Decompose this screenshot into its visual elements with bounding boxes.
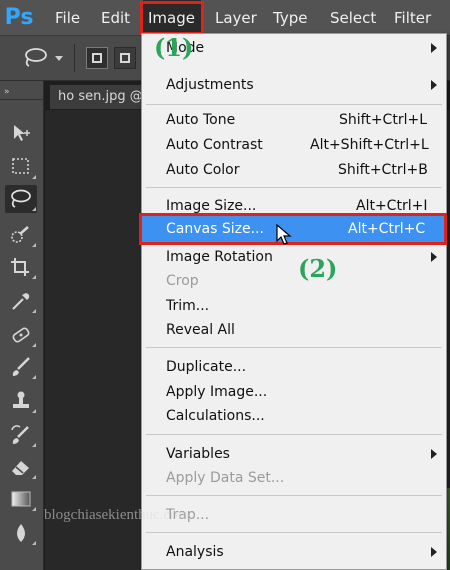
menu-type[interactable]: Type <box>273 0 307 36</box>
menu-item-reveal-all[interactable]: Reveal All <box>166 318 235 342</box>
menu-item-variables[interactable]: Variables <box>166 442 230 466</box>
menu-select[interactable]: Select <box>330 0 376 36</box>
menu-layer[interactable]: Layer <box>215 0 257 36</box>
lasso-icon[interactable] <box>22 46 50 68</box>
menu-filter[interactable]: Filter <box>394 0 431 36</box>
submenu-arrow-icon <box>431 43 437 53</box>
menu-separator <box>146 104 442 105</box>
tool-preset-dropdown[interactable] <box>55 56 63 61</box>
move-icon[interactable] <box>5 119 37 147</box>
menu-item-apply-data-set: Apply Data Set... <box>166 470 285 486</box>
menu-item-apply-image[interactable]: Apply Image... <box>166 380 267 404</box>
panel-divider <box>0 99 44 100</box>
new-selection-button[interactable] <box>86 47 108 69</box>
menu-item-duplicate[interactable]: Duplicate... <box>166 355 246 379</box>
image-menu-dropdown: Mode Adjustments Auto Tone Shift+Ctrl+L … <box>141 33 447 570</box>
step-1-label: (1) <box>154 33 194 62</box>
panel-grip[interactable]: » <box>4 87 11 97</box>
menu-item-analysis[interactable]: Analysis <box>166 540 224 564</box>
submenu-arrow-icon <box>431 449 437 459</box>
marquee-icon[interactable] <box>5 153 37 181</box>
lasso-tool-icon[interactable] <box>5 185 37 213</box>
quick-selection-icon[interactable] <box>5 221 37 249</box>
menu-separator <box>146 187 442 188</box>
submenu-arrow-icon <box>431 252 437 262</box>
document-tab[interactable]: ho sen.jpg @ <box>50 85 142 109</box>
menu-edit[interactable]: Edit <box>101 0 130 36</box>
menu-separator <box>146 532 442 533</box>
menu-item-adjustments[interactable]: Adjustments <box>166 73 254 97</box>
annotation-box-canvas-size <box>139 213 447 245</box>
cursor-icon <box>276 223 292 250</box>
menu-separator <box>146 495 442 496</box>
step-2-label: (2) <box>298 254 338 283</box>
menu-item-auto-contrast[interactable]: Auto Contrast <box>166 133 263 157</box>
menu-item-auto-tone[interactable]: Auto Tone <box>166 108 235 132</box>
annotation-box-image-menu <box>140 1 204 35</box>
brush-icon[interactable] <box>5 353 37 381</box>
add-to-selection-button[interactable] <box>114 47 136 69</box>
submenu-arrow-icon <box>431 547 437 557</box>
menu-item-trim[interactable]: Trim... <box>166 294 209 318</box>
submenu-arrow-icon <box>431 80 437 90</box>
healing-brush-icon[interactable] <box>5 321 37 349</box>
shortcut-auto-tone: Shift+Ctrl+L <box>339 112 427 128</box>
eyedropper-icon[interactable] <box>5 287 37 315</box>
blur-icon[interactable] <box>5 519 37 547</box>
menu-item-image-rotation[interactable]: Image Rotation <box>166 245 273 269</box>
crop-icon[interactable] <box>5 253 37 281</box>
history-brush-icon[interactable] <box>5 421 37 449</box>
photoshop-logo[interactable]: Ps <box>2 4 36 32</box>
clone-stamp-icon[interactable] <box>5 387 37 415</box>
shortcut-auto-contrast: Alt+Shift+Ctrl+L <box>310 137 429 153</box>
gradient-icon[interactable] <box>5 485 37 513</box>
menu-file[interactable]: File <box>55 0 80 36</box>
menu-item-calculations[interactable]: Calculations... <box>166 404 265 428</box>
menu-bar: Ps File Edit Image Layer Type Select Fil… <box>0 0 450 36</box>
eraser-icon[interactable] <box>5 453 37 481</box>
options-divider <box>74 44 75 72</box>
menu-item-crop: Crop <box>166 273 199 289</box>
menu-item-auto-color[interactable]: Auto Color <box>166 158 240 182</box>
shortcut-auto-color: Shift+Ctrl+B <box>338 162 428 178</box>
menu-separator <box>146 434 442 435</box>
menu-separator <box>146 347 442 348</box>
tools-panel: » <box>0 81 44 570</box>
watermark-text: blogchiasekienthuc.com <box>44 507 190 523</box>
